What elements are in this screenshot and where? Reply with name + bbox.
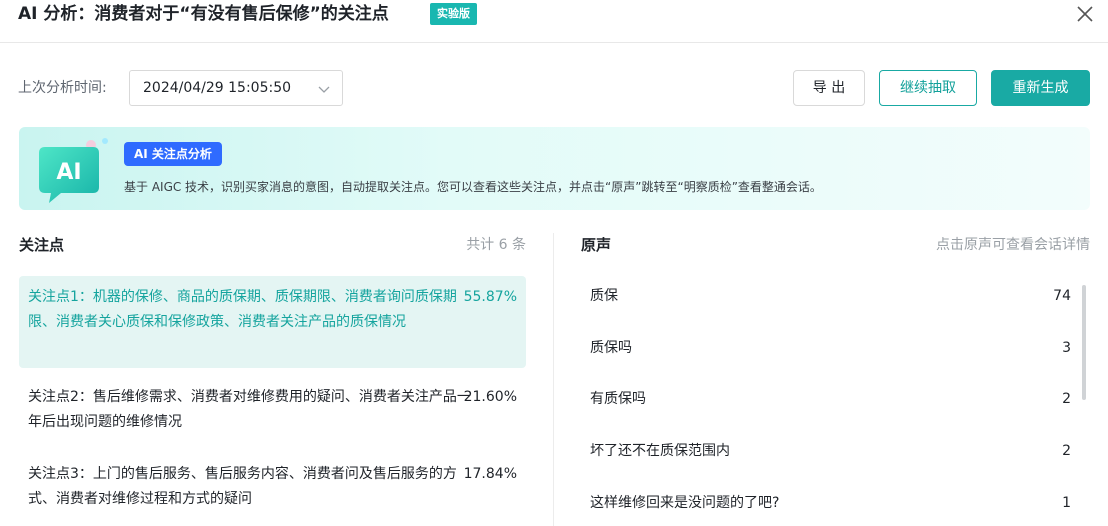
focus-item[interactable]: 关注点3：上门的售后服务、售后服务内容、消费者问及售后服务的方式、消费者对维修过… — [19, 453, 526, 521]
voice-row[interactable]: 这样维修回来是没问题的了吧? 1 — [581, 483, 1071, 523]
analysis-time-select[interactable]: 2024/04/29 15:05:50 — [129, 70, 343, 106]
focus-item[interactable]: 关注点1：机器的保修、商品的质保期、质保期限、消费者询问质保期限、消费者关心质保… — [19, 276, 526, 368]
voice-count: 2 — [1062, 443, 1071, 459]
voice-count: 2 — [1062, 391, 1071, 407]
voice-text: 有质保吗 — [590, 391, 646, 407]
ai-focus-analysis-tag: AI 关注点分析 — [124, 142, 222, 166]
analysis-time-label: 上次分析时间: — [18, 80, 107, 96]
focus-item-text: 关注点3：上门的售后服务、售后服务内容、消费者问及售后服务的方式、消费者对维修过… — [28, 466, 457, 507]
focus-section-title: 关注点 — [19, 236, 65, 254]
voice-count: 1 — [1062, 495, 1071, 511]
continue-extract-button[interactable]: 继续抽取 — [879, 70, 977, 106]
voice-list-scrollbar[interactable] — [1082, 285, 1086, 400]
focus-item-percent: 17.84% — [463, 466, 517, 482]
experimental-badge: 实验版 — [430, 3, 477, 25]
focus-item-text: 关注点1：机器的保修、商品的质保期、质保期限、消费者询问质保期限、消费者关心质保… — [28, 289, 457, 330]
focus-item-text: 关注点2：售后维修需求、消费者对维修费用的疑问、消费者关注产品一年后出现问题的维… — [28, 389, 471, 430]
dialog-title: AI 分析：消费者对于“有没有售后保修”的关注点 — [18, 4, 389, 24]
regenerate-button[interactable]: 重新生成 — [991, 70, 1090, 106]
dialog-header: AI 分析：消费者对于“有没有售后保修”的关注点 实验版 — [0, 0, 1108, 43]
voice-row[interactable]: 坏了还不在质保范围内 2 — [581, 431, 1071, 471]
voice-section-title: 原声 — [581, 236, 612, 254]
focus-item-percent: 55.87% — [463, 289, 517, 305]
analysis-time-value: 2024/04/29 15:05:50 — [143, 80, 292, 96]
export-button[interactable]: 导 出 — [793, 70, 865, 106]
column-divider — [553, 233, 554, 526]
voice-count: 74 — [1053, 288, 1071, 304]
chevron-down-icon — [318, 86, 330, 93]
voice-text: 这样维修回来是没问题的了吧? — [590, 495, 780, 511]
voice-text: 质保 — [590, 288, 618, 304]
focus-item-percent: 21.60% — [463, 389, 517, 405]
voice-row[interactable]: 有质保吗 2 — [581, 379, 1071, 419]
voice-hint: 点击原声可查看会话详情 — [936, 237, 1090, 253]
ai-info-banner: AI AI 关注点分析 基于 AIGC 技术，识别买家消息的意图，自动提取关注点… — [19, 127, 1090, 210]
close-icon[interactable] — [1075, 4, 1095, 24]
voice-row[interactable]: 质保吗 3 — [581, 328, 1071, 368]
focus-item[interactable]: 关注点2：售后维修需求、消费者对维修费用的疑问、消费者关注产品一年后出现问题的维… — [19, 376, 526, 444]
voice-text: 质保吗 — [590, 340, 632, 356]
ai-icon-text: AI — [56, 160, 81, 185]
banner-description: 基于 AIGC 技术，识别买家消息的意图，自动提取关注点。您可以查看这些关注点，… — [124, 180, 822, 194]
voice-text: 坏了还不在质保范围内 — [590, 443, 730, 459]
ai-chat-bubble-icon: AI — [39, 138, 108, 203]
voice-count: 3 — [1062, 340, 1071, 356]
voice-row[interactable]: 质保 74 — [581, 276, 1071, 316]
focus-total-count: 共计 6 条 — [466, 237, 526, 253]
